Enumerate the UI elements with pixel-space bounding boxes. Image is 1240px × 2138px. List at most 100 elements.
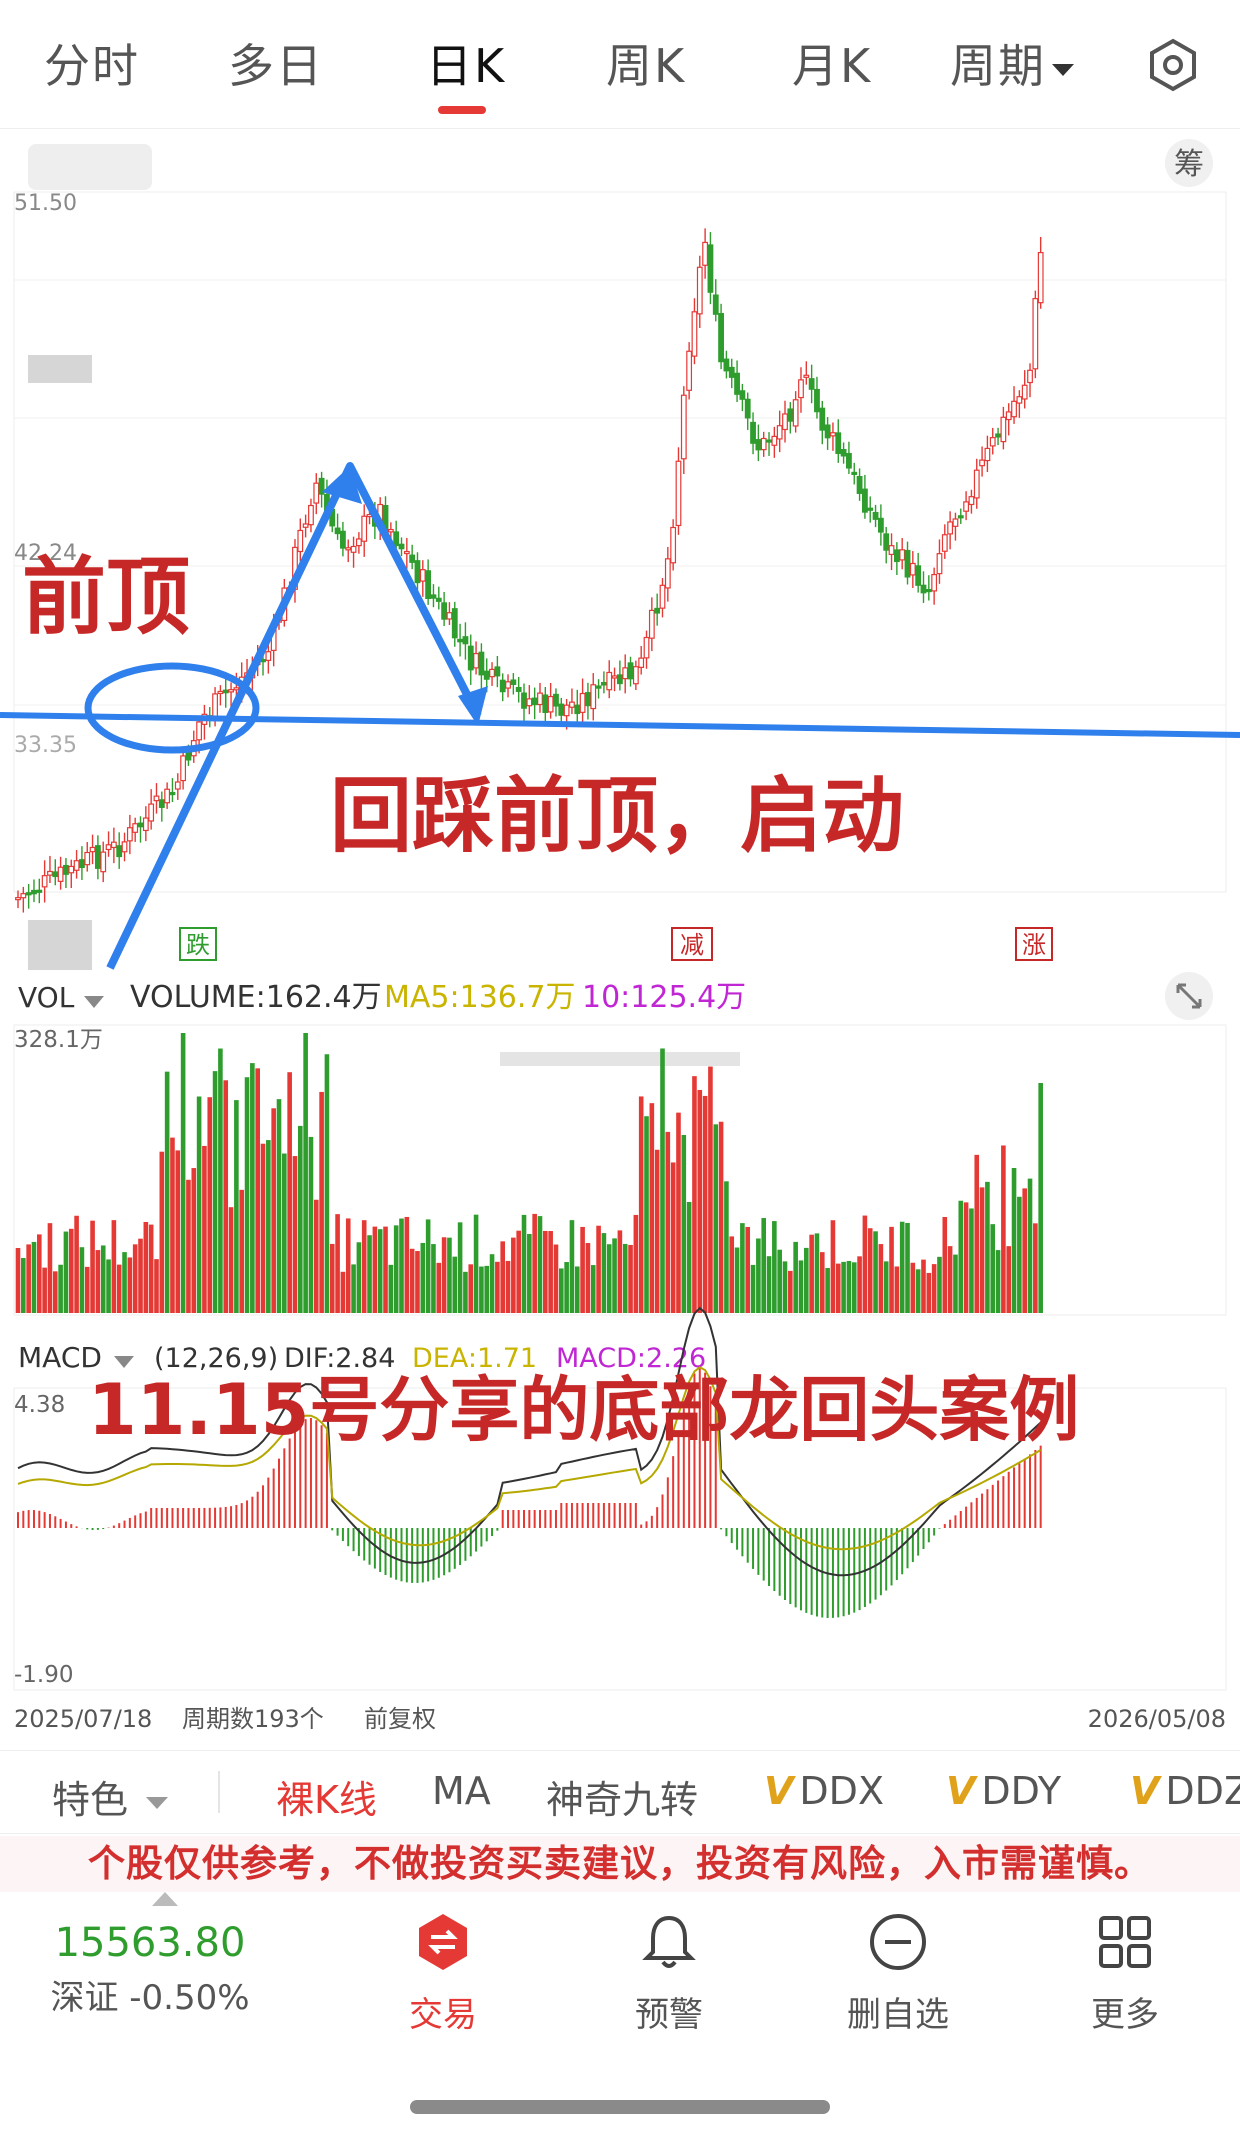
candle — [734, 360, 740, 403]
adjust-mode[interactable]: 前复权 — [364, 1705, 436, 1733]
risk-disclaimer: 个股仅供参考，不做投资买卖建议，投资有风险，入市需谨慎。 — [0, 1836, 1240, 1892]
volume-bar — [782, 1261, 788, 1313]
volume-bar — [708, 1066, 713, 1313]
volume-bar — [170, 1137, 175, 1313]
trade-button[interactable]: 交易 — [388, 1912, 498, 2036]
stock-chart[interactable]: 筹 51.50 42.24 33.35 跌 减 涨 前顶 回踩前顶，启动 VOL… — [0, 130, 1240, 1750]
chip-button-label: 筹 — [1174, 147, 1204, 182]
indicator-plain-k[interactable]: 裸K线 — [276, 1769, 377, 1824]
volume-bar — [473, 1214, 479, 1313]
volume-bar — [393, 1225, 399, 1313]
candle — [893, 542, 900, 576]
volume-bar — [1001, 1145, 1006, 1313]
candle — [835, 419, 842, 463]
volume-bar — [1017, 1196, 1022, 1313]
candle — [1000, 406, 1007, 450]
index-ticker[interactable]: 15563.80 深证 -0.50% — [40, 1920, 260, 2019]
candle — [116, 832, 123, 869]
volume-dropdown-icon[interactable] — [84, 996, 104, 1008]
tab-monthly-k[interactable]: 月K — [792, 30, 872, 96]
candle — [915, 552, 922, 593]
candle — [340, 521, 346, 557]
volume-bar — [750, 1264, 756, 1313]
alert-button[interactable]: 预警 — [614, 1912, 724, 2036]
ddy-label: DDY — [981, 1769, 1062, 1813]
volume-bar — [532, 1213, 537, 1313]
tab-weekly-k[interactable]: 周K — [606, 30, 686, 96]
volume-bar — [377, 1229, 383, 1313]
volume-ma10: 10:125.4万 — [582, 980, 746, 1015]
macd-axis-min: -1.90 — [14, 1662, 74, 1688]
candle — [1016, 390, 1023, 418]
candle — [430, 584, 437, 608]
volume-selector[interactable]: VOL — [18, 981, 75, 1014]
candle — [814, 376, 820, 419]
macd-dropdown-icon[interactable] — [114, 1356, 134, 1368]
candle — [909, 551, 916, 588]
alert-label: 预警 — [635, 1995, 703, 2035]
candle — [616, 660, 623, 691]
candle — [771, 426, 778, 458]
settings-icon[interactable] — [1146, 38, 1200, 92]
tab-multiday[interactable]: 多日 — [228, 30, 324, 96]
volume-bar — [772, 1221, 777, 1313]
volume-bar — [979, 1187, 985, 1313]
volume-bar — [15, 1247, 21, 1313]
tab-period-dropdown[interactable]: 周期 — [950, 30, 1074, 96]
candle — [995, 427, 1001, 446]
indicator-ma[interactable]: MA — [432, 1769, 491, 1813]
candle — [723, 350, 730, 379]
candle — [73, 850, 80, 879]
candle — [776, 410, 783, 453]
volume-bar — [180, 1033, 186, 1313]
tab-intraday[interactable]: 分时 — [44, 30, 140, 96]
volume-bar — [447, 1237, 452, 1313]
candle — [505, 674, 511, 698]
more-button[interactable]: 更多 — [1070, 1912, 1180, 2036]
svg-text:减: 减 — [680, 931, 704, 959]
volume-bar — [825, 1268, 830, 1313]
indicator-ddx[interactable]: V DDX — [764, 1769, 884, 1813]
feature-dropdown[interactable]: 特色 — [52, 1769, 169, 1824]
candle — [398, 537, 405, 557]
volume-bar — [697, 1089, 703, 1313]
volume-bar — [756, 1238, 761, 1313]
volume-bar — [250, 1063, 255, 1313]
volume-bar — [457, 1222, 463, 1313]
indicator-ddz[interactable]: V DDZ — [1130, 1769, 1240, 1813]
volume-bar — [266, 1140, 271, 1313]
volume-bar — [1022, 1188, 1027, 1313]
volume-bar — [495, 1261, 500, 1313]
ddx-label: DDX — [799, 1769, 884, 1813]
volume-bar — [228, 1207, 234, 1313]
volume-bar — [665, 1131, 671, 1313]
candle — [435, 586, 442, 610]
volume-bar — [734, 1247, 740, 1313]
volume-bar — [585, 1243, 591, 1313]
volume-bar — [580, 1226, 585, 1313]
candle — [686, 342, 693, 400]
price-axis-top: 51.50 — [14, 191, 77, 216]
volume-bar — [617, 1230, 623, 1313]
period-dropdown-label: 周期 — [950, 39, 1046, 93]
blurred-axis-label — [28, 355, 92, 383]
remove-watchlist-button[interactable]: 删自选 — [828, 1912, 968, 2036]
indicator-ddy[interactable]: V DDY — [946, 1769, 1061, 1813]
volume-bar — [441, 1237, 447, 1313]
home-indicator[interactable] — [410, 2100, 830, 2114]
candle — [830, 422, 836, 451]
candle — [547, 682, 554, 719]
volume-bar — [1027, 1178, 1033, 1313]
candle — [84, 842, 91, 872]
candle — [979, 446, 985, 477]
volume-bar — [383, 1226, 388, 1313]
candle — [925, 575, 932, 601]
tab-daily-k[interactable]: 日K — [426, 30, 506, 96]
indicator-nine-turn[interactable]: 神奇九转 — [546, 1769, 698, 1824]
candle — [308, 498, 314, 533]
v-badge-icon: V — [946, 1769, 976, 1813]
event-marker-drop: 跌 — [179, 927, 217, 961]
volume-bar — [239, 1189, 245, 1313]
candle — [313, 473, 320, 515]
volume-bar — [313, 1199, 319, 1313]
